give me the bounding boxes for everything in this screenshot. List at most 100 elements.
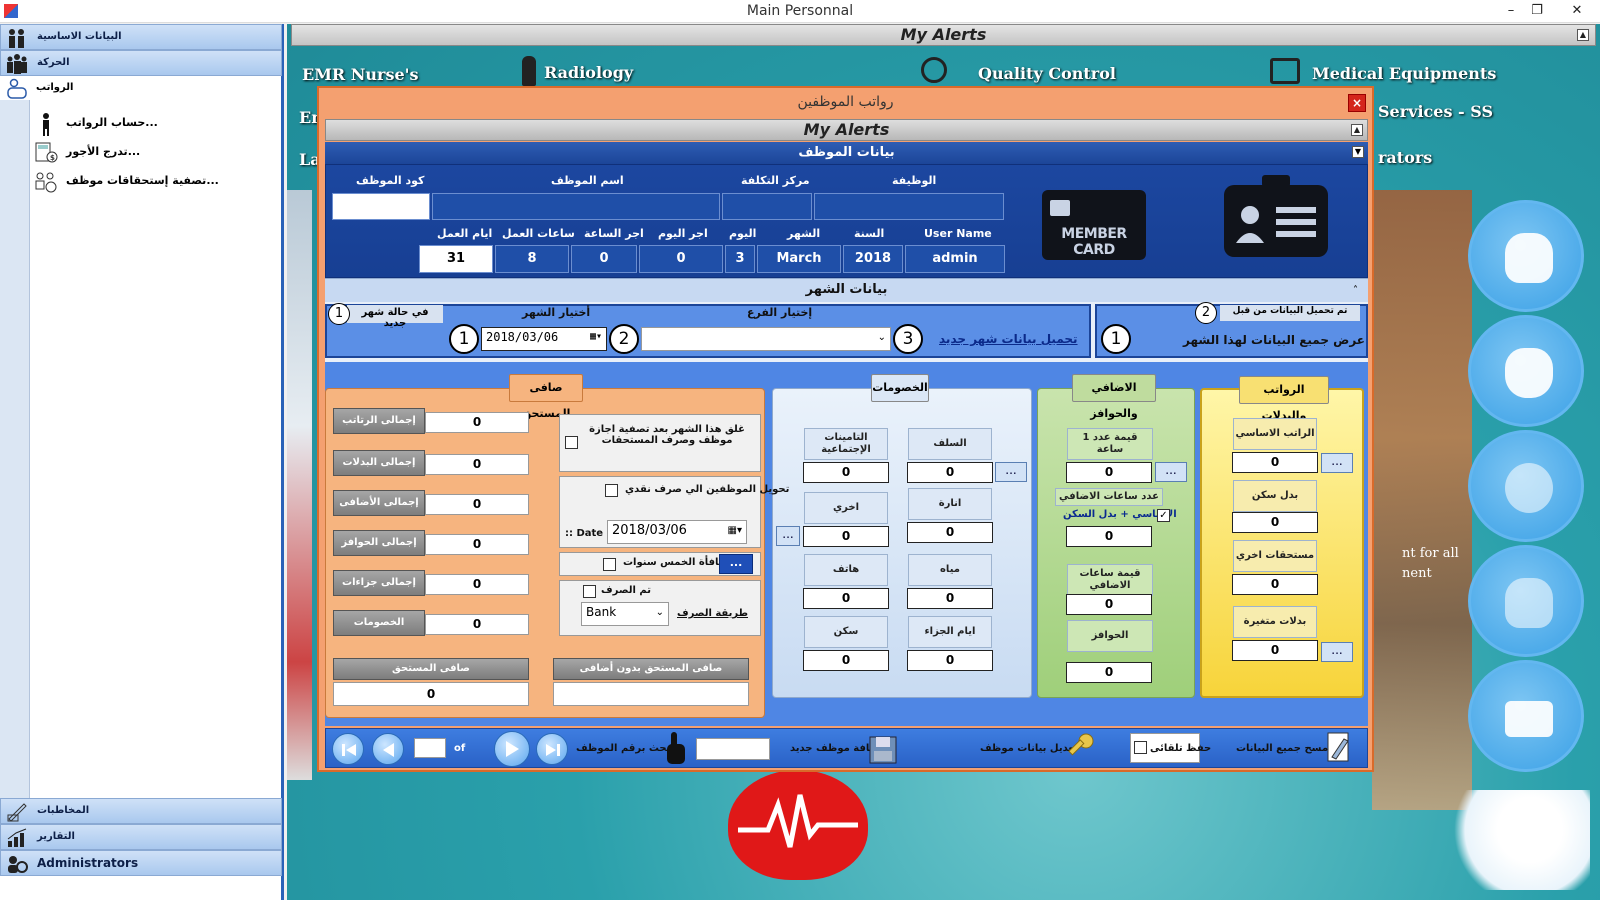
penalty-days-input[interactable]: 0 (907, 650, 993, 671)
tile-services[interactable]: Services - SS (1378, 102, 1493, 121)
total-allowances-button[interactable]: إجمالى البدلات (333, 450, 425, 476)
sidebar-header-reports[interactable]: التقارير (0, 824, 282, 850)
total-salaries-button[interactable]: إجمالى الرتاتب (333, 408, 425, 434)
sidebar-item-wage-scale[interactable]: $ تدرج الأجور... (34, 142, 274, 165)
advances-more-button[interactable]: ... (995, 462, 1027, 482)
net-due-field: 0 (333, 682, 529, 706)
tile-radiology[interactable]: Radiology (544, 63, 633, 82)
restore-button[interactable]: ❐ (1522, 0, 1552, 23)
cash-date-picker[interactable]: 2018/03/06 ▦▾ (607, 520, 747, 544)
overtime-value-input[interactable]: 0 (1066, 594, 1152, 615)
person-icon (34, 112, 58, 136)
sidebar-item-label: تصفية إستحقاقات موظف... (66, 174, 219, 187)
total-penalties-button[interactable]: إجمالى جزاءات (333, 570, 425, 596)
other-deductions-more-button[interactable]: ... (776, 526, 800, 546)
calendar-dropdown-icon[interactable]: ▦▾ (728, 525, 742, 536)
tile-quality-control[interactable]: Quality Control (978, 64, 1116, 83)
month-section-header[interactable]: بيانات الشهر ˄ (325, 278, 1368, 302)
five-years-checkbox[interactable] (603, 558, 616, 571)
collapse-icon[interactable]: ˄ (1353, 280, 1358, 302)
other-deductions-input[interactable]: 0 (803, 526, 889, 547)
auto-save-checkbox[interactable] (1134, 741, 1147, 754)
housing-deduction-label: سكن (804, 616, 888, 648)
basic-plus-housing-checkbox[interactable]: ✓ (1157, 509, 1170, 522)
record-number-input[interactable] (414, 738, 446, 758)
variable-allowances-more-button[interactable]: ... (1321, 642, 1353, 662)
first-aid-circle-button[interactable] (1468, 660, 1584, 772)
close-month-checkbox[interactable] (565, 436, 578, 449)
add-employee-button[interactable] (866, 731, 902, 765)
hour-value-label: قيمة عدد 1 ساعة (1067, 428, 1153, 460)
month-date-value: 2018/03/06 (486, 330, 559, 344)
edit-employee-button[interactable] (1062, 731, 1098, 765)
five-years-more-button[interactable]: ... (719, 554, 753, 574)
sidebar-item-settlement[interactable]: تصفية إستحقاقات موظف... (34, 172, 274, 194)
next-icon (506, 741, 519, 757)
sidebar-item-salary-calc[interactable]: حساب الرواتب... (34, 113, 274, 136)
employee-code-input[interactable] (332, 193, 430, 220)
step-1-show-all-icon: 1 (1101, 324, 1131, 354)
close-window-button[interactable]: ✕ (1556, 0, 1598, 23)
sidebar-header-administrators[interactable]: Administrators (0, 850, 282, 876)
expand-icon[interactable]: ▼ (1352, 146, 1364, 158)
delete-all-button[interactable] (1322, 731, 1356, 765)
sidebar-header-movement[interactable]: الحركة (0, 50, 282, 76)
hour-value-more-button[interactable]: ... (1155, 462, 1187, 482)
net-due-button[interactable]: صافى المستحق (333, 658, 529, 680)
employee-section-title: بيانات الموظف (798, 145, 895, 160)
employee-section-header[interactable]: بيانات الموظف ▼ (325, 142, 1368, 164)
net-no-overtime-button[interactable]: صافى المستحق بدون أضافى (553, 658, 749, 680)
load-new-month-link[interactable]: تحميل بيانات شهر جديد (939, 332, 1078, 346)
collapse-icon[interactable]: ▲ (1351, 124, 1363, 136)
other-dues-input[interactable]: 0 (1232, 574, 1318, 595)
other-dues-label: مستحقات اخري (1233, 540, 1317, 572)
housing-deduction-input[interactable]: 0 (803, 650, 889, 671)
lungs-circle-button[interactable] (1468, 315, 1584, 427)
tile-emr-nurses[interactable]: EMR Nurse's (302, 65, 419, 84)
variable-allowances-input[interactable]: 0 (1232, 640, 1318, 661)
heart-icon (1505, 463, 1553, 513)
previous-record-button[interactable] (372, 733, 404, 765)
calendar-dropdown-icon[interactable]: ▦▾ (590, 331, 602, 342)
year-field: 2018 (843, 245, 903, 273)
social-insurance-input[interactable]: 0 (803, 462, 889, 483)
total-deductions-button[interactable]: الخصومات (333, 610, 425, 636)
tile-administrators[interactable]: rators (1378, 148, 1432, 167)
tile-medical-equipments[interactable]: Medical Equipments (1312, 64, 1496, 83)
ent-circle-button[interactable] (1468, 200, 1584, 312)
heart-circle-button[interactable] (1468, 430, 1584, 542)
incentives-input[interactable]: 0 (1066, 662, 1152, 683)
basic-salary-more-button[interactable]: ... (1321, 453, 1353, 473)
cash-transfer-label: تحويل الموظفين الي صرف نقدي (625, 484, 790, 495)
last-record-button[interactable] (536, 733, 568, 765)
net-no-overtime-field (553, 682, 749, 706)
tooth-circle-button[interactable] (1468, 545, 1584, 657)
next-record-button[interactable] (494, 731, 530, 767)
payment-method-select[interactable]: Bank ⌄ (581, 602, 669, 626)
water-input[interactable]: 0 (907, 588, 993, 609)
cash-transfer-checkbox[interactable] (605, 484, 618, 497)
paid-checkbox[interactable] (583, 585, 596, 598)
lighting-input[interactable]: 0 (907, 522, 993, 543)
sidebar-header-basic-data[interactable]: البيانات الاساسية (0, 24, 282, 50)
collapse-icon[interactable]: ▲ (1577, 29, 1589, 41)
advances-label: السلف (908, 428, 992, 460)
sidebar-header-label: الحركة (37, 57, 70, 68)
first-record-button[interactable] (332, 733, 364, 765)
housing-allowance-input[interactable]: 0 (1232, 512, 1318, 533)
document-erase-icon (1327, 732, 1349, 762)
advances-input[interactable]: 0 (907, 462, 993, 483)
search-employee-input[interactable] (696, 738, 770, 760)
month-date-picker[interactable]: 2018/03/06 ▦▾ (481, 327, 607, 351)
overtime-hours-input[interactable]: 0 (1066, 526, 1152, 547)
hour-value-input[interactable]: 0 (1066, 462, 1152, 483)
total-incentives-button[interactable]: إجمالى الحوافز (333, 530, 425, 556)
total-overtime-button[interactable]: إجمالى الأضافى (333, 490, 425, 516)
modal-close-button[interactable]: × (1348, 94, 1366, 112)
show-all-month-data-link[interactable]: عرض جميع البيانات لهذا الشهر (1183, 333, 1365, 347)
branch-select[interactable]: ⌄ (641, 327, 891, 351)
sidebar-header-letters[interactable]: المخاطبات (0, 798, 282, 824)
sidebar-header-salaries[interactable]: الرواتب (0, 76, 282, 102)
basic-salary-input[interactable]: 0 (1232, 452, 1318, 473)
phone-input[interactable]: 0 (803, 588, 889, 609)
